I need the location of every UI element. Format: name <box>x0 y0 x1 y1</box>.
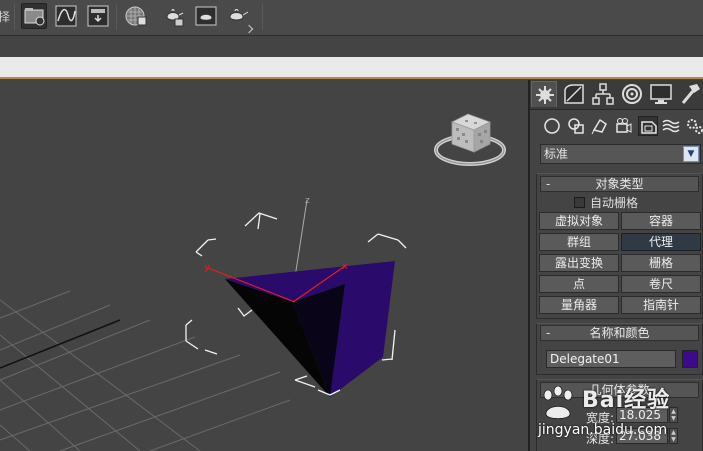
modify-tab-icon[interactable] <box>561 81 587 107</box>
watermark: Bai经验 jingyan.baidu.com <box>534 382 702 438</box>
autogrid-checkbox-box[interactable] <box>574 197 585 208</box>
cameras-icon[interactable] <box>614 116 634 136</box>
render-production-icon[interactable] <box>193 3 219 29</box>
autogrid-label: 自动栅格 <box>590 196 639 210</box>
viewcube-icon[interactable] <box>434 113 506 166</box>
container-button[interactable]: 容器 <box>621 212 701 230</box>
y-axis-label: y <box>204 262 210 273</box>
schematic-view-icon[interactable] <box>21 3 47 29</box>
toolbar-separator <box>116 4 117 30</box>
render-setup-icon[interactable] <box>85 3 111 29</box>
group-button[interactable]: 群组 <box>539 233 619 251</box>
name-color-title: 名称和颜色 <box>589 326 650 340</box>
toolbar-separator <box>14 4 15 30</box>
space-warps-icon[interactable] <box>661 116 681 136</box>
chevron-down-icon[interactable]: ▼ <box>683 146 699 162</box>
toolbar-spacer <box>0 37 703 57</box>
render-frame-icon[interactable] <box>161 3 187 29</box>
hierarchy-tab-icon[interactable] <box>590 81 616 107</box>
grid-button[interactable]: 栅格 <box>621 254 701 272</box>
shapes-icon[interactable] <box>566 116 586 136</box>
object-name-input[interactable]: Delegate01 <box>546 350 676 368</box>
main-toolbar: 择 <box>0 0 703 36</box>
watermark-url: jingyan.baidu.com <box>538 422 668 438</box>
flyout-corner-icon <box>244 24 254 34</box>
expose-transform-button[interactable]: 露出变换 <box>539 254 619 272</box>
compass-button[interactable]: 指南针 <box>621 296 701 314</box>
geometry-icon[interactable] <box>542 116 562 136</box>
proxy-object[interactable] <box>225 261 395 397</box>
object-type-header[interactable]: - 对象类型 <box>540 176 699 192</box>
home-grid <box>0 290 291 451</box>
subcategory-value: 标准 <box>544 147 569 161</box>
curve-editor-icon[interactable] <box>53 3 79 29</box>
motion-tab-icon[interactable] <box>619 81 645 107</box>
viewport-ribbon <box>0 57 703 79</box>
tape-button[interactable]: 卷尺 <box>621 275 701 293</box>
create-categories <box>530 112 703 140</box>
command-panel-tabs <box>530 80 703 110</box>
systems-icon[interactable] <box>685 116 703 136</box>
material-editor-icon[interactable] <box>123 3 149 29</box>
name-color-header[interactable]: - 名称和颜色 <box>540 325 699 341</box>
watermark-brand: Bai经验 <box>582 388 671 413</box>
collapse-icon: - <box>546 326 551 340</box>
create-tab-icon[interactable] <box>531 81 557 107</box>
paw-logo-icon <box>543 386 573 419</box>
collapse-icon: - <box>546 177 551 191</box>
delegate-button[interactable]: 代理 <box>621 233 701 251</box>
point-button[interactable]: 点 <box>539 275 619 293</box>
object-type-title: 对象类型 <box>595 177 644 191</box>
grid-axis-line <box>0 319 121 369</box>
x-axis-label: x <box>342 261 348 272</box>
helpers-icon[interactable] <box>638 116 658 136</box>
lights-icon[interactable] <box>590 116 610 136</box>
perspective-viewport[interactable]: z y x <box>0 80 524 451</box>
z-axis-label: z <box>305 196 310 206</box>
autogrid-checkbox[interactable]: 自动栅格 <box>574 194 638 210</box>
protractor-button[interactable]: 量角器 <box>539 296 619 314</box>
subcategory-dropdown[interactable]: 标准 ▼ <box>540 144 701 164</box>
object-color-swatch[interactable] <box>682 350 698 368</box>
dummy-button[interactable]: 虚拟对象 <box>539 212 619 230</box>
toolbar-separator <box>262 4 263 30</box>
utilities-tab-icon[interactable] <box>677 81 703 107</box>
toolbar-clipped-label: 择 <box>0 10 11 24</box>
display-tab-icon[interactable] <box>648 81 674 107</box>
